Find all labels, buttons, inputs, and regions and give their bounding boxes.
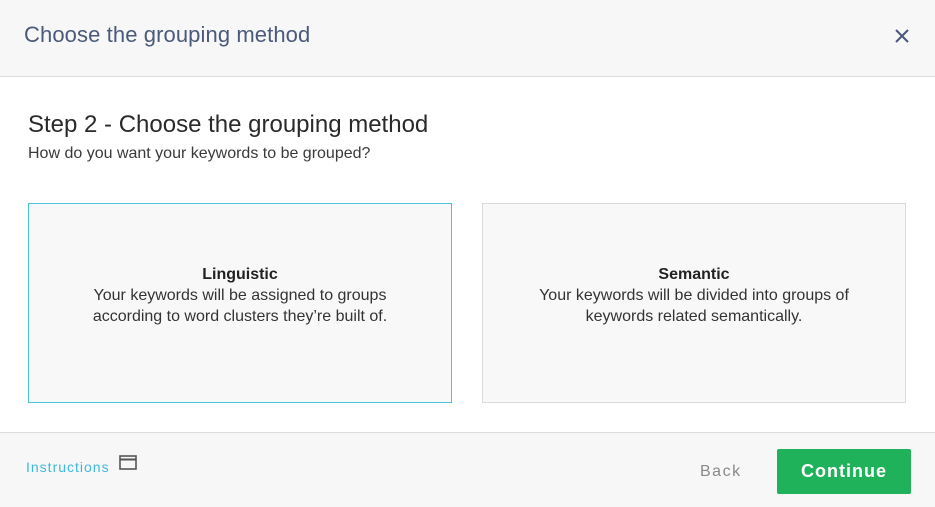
option-title: Semantic [658, 266, 730, 283]
back-button[interactable]: Back [700, 463, 742, 481]
continue-button[interactable]: Continue [777, 449, 911, 494]
dialog-header: Choose the grouping method [0, 0, 935, 77]
instructions-link[interactable]: Instructions [26, 455, 137, 475]
close-icon [891, 25, 913, 47]
option-title: Linguistic [202, 266, 278, 283]
dialog-footer: Instructions Back Continue [0, 432, 935, 507]
close-button[interactable] [891, 25, 913, 47]
option-description: Your keywords will be divided into group… [539, 287, 849, 325]
instructions-label: Instructions [26, 459, 110, 475]
window-icon [118, 455, 137, 473]
step-title: Step 2 - Choose the grouping method [28, 111, 429, 138]
option-semantic[interactable]: Semantic Your keywords will be divided i… [482, 203, 906, 403]
option-description: Your keywords will be assigned to groups… [92, 287, 388, 325]
grouping-method-dialog: Choose the grouping method Step 2 - Choo… [0, 0, 935, 507]
option-linguistic[interactable]: Linguistic Your keywords will be assigne… [28, 203, 452, 403]
dialog-title: Choose the grouping method [24, 22, 311, 47]
step-subtitle: How do you want your keywords to be grou… [28, 145, 371, 162]
